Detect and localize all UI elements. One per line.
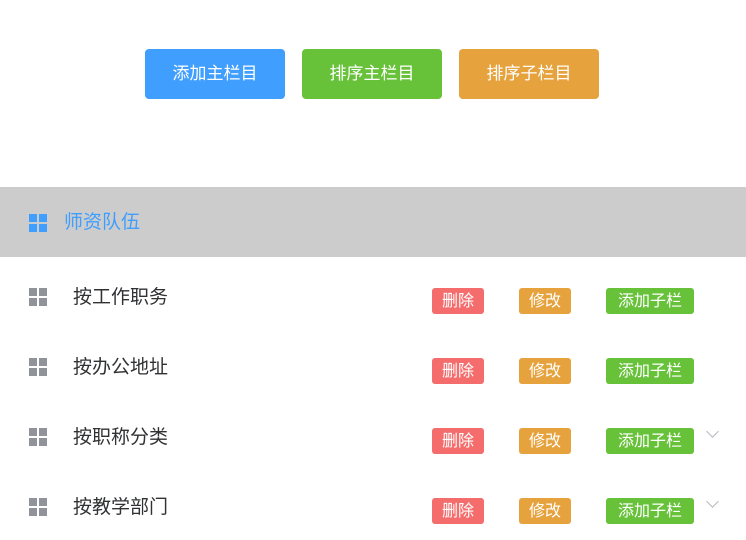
grid-icon <box>29 214 47 232</box>
add-sub-column-button[interactable]: 添加子栏 <box>606 428 694 454</box>
chevron-down-icon[interactable] <box>706 495 719 508</box>
add-sub-column-button[interactable]: 添加子栏 <box>606 358 694 384</box>
section-header[interactable]: 师资队伍 <box>0 187 746 257</box>
grid-icon <box>29 288 47 306</box>
edit-button[interactable]: 修改 <box>519 498 571 524</box>
grid-icon <box>29 358 47 376</box>
add-sub-column-button[interactable]: 添加子栏 <box>606 288 694 314</box>
sort-main-column-button[interactable]: 排序主栏目 <box>302 49 442 99</box>
edit-button[interactable]: 修改 <box>519 428 571 454</box>
add-main-column-button[interactable]: 添加主栏目 <box>145 49 285 99</box>
delete-button[interactable]: 删除 <box>432 498 484 524</box>
section-title: 师资队伍 <box>64 211 141 233</box>
list-item: 按办公地址 删除 修改 添加子栏 <box>0 330 746 400</box>
chevron-down-icon[interactable] <box>706 425 719 438</box>
delete-button[interactable]: 删除 <box>432 428 484 454</box>
edit-button[interactable]: 修改 <box>519 288 571 314</box>
list-item: 按工作职务 删除 修改 添加子栏 <box>0 260 746 330</box>
grid-icon <box>29 428 47 446</box>
row-label: 按教学部门 <box>73 496 169 518</box>
delete-button[interactable]: 删除 <box>432 288 484 314</box>
row-label: 按工作职务 <box>73 286 169 308</box>
delete-button[interactable]: 删除 <box>432 358 484 384</box>
list-item: 按职称分类 删除 修改 添加子栏 <box>0 400 746 470</box>
list-item: 按教学部门 删除 修改 添加子栏 <box>0 470 746 540</box>
add-sub-column-button[interactable]: 添加子栏 <box>606 498 694 524</box>
sort-sub-column-button[interactable]: 排序子栏目 <box>459 49 599 99</box>
edit-button[interactable]: 修改 <box>519 358 571 384</box>
row-label: 按职称分类 <box>73 426 169 448</box>
grid-icon <box>29 498 47 516</box>
row-label: 按办公地址 <box>73 356 169 378</box>
toolbar: 添加主栏目 排序主栏目 排序子栏目 <box>0 49 746 99</box>
